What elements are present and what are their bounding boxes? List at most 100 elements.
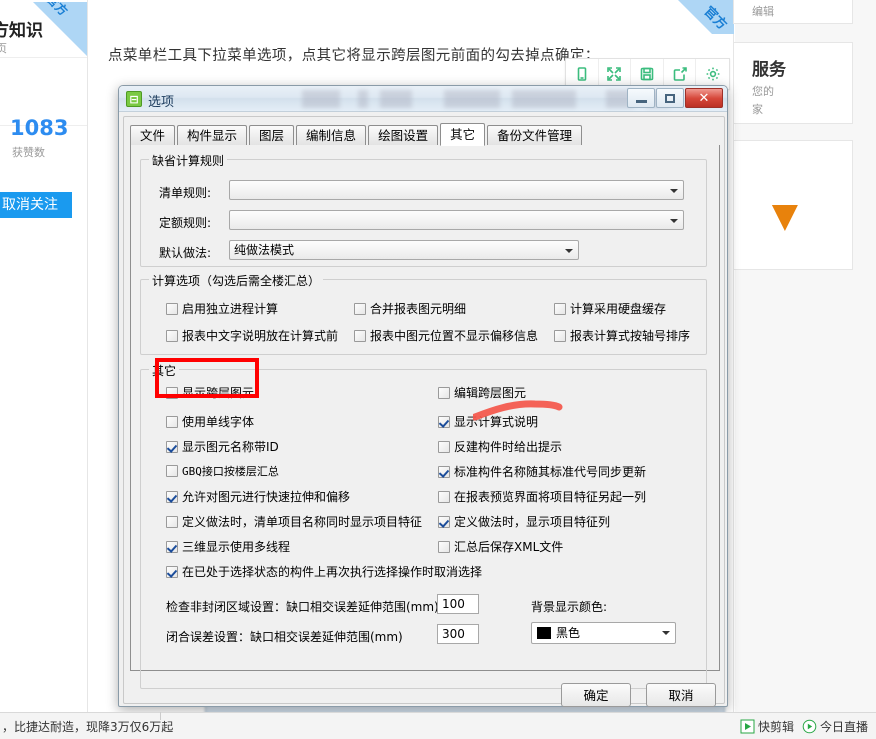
options-dialog: ⊟ 选项 ✕ 文件 构件显示 图层 编制信息 绘图设置 其它 备份文件管理 缺省…	[118, 85, 728, 707]
taskbar-item-live[interactable]: 今日直播	[802, 718, 868, 735]
checkbox-3d-multithread[interactable]: 三维显示使用多线程	[166, 538, 290, 555]
group-other-title: 其它	[149, 362, 180, 379]
checkbox-box	[166, 329, 178, 342]
checkbox-allow-fast-stretch[interactable]: 允许对图元进行快速拉伸和偏移	[166, 488, 350, 505]
checkbox-single-line-font[interactable]: 使用单线字体	[166, 413, 254, 430]
closure-error-input[interactable]: 300	[437, 624, 479, 644]
checkbox-text-before-formula[interactable]: 报表中文字说明放在计算式前	[166, 327, 338, 344]
checkbox-box	[354, 329, 366, 342]
unfollow-button[interactable]: 取消关注	[0, 192, 72, 218]
checkbox-label: 定义做法时，显示项目特征列	[454, 515, 611, 529]
likes-label: 获赞数	[12, 146, 45, 159]
right-card-2: 服务 您的 家	[733, 42, 853, 124]
default-method-value: 纯做法模式	[234, 243, 295, 257]
right-card-1: 编辑	[733, 0, 853, 24]
tab-file[interactable]: 文件	[130, 125, 176, 145]
maximize-icon	[665, 93, 675, 103]
open-area-check-input[interactable]: 100	[437, 594, 479, 614]
checkbox-label: 三维显示使用多线程	[182, 540, 291, 554]
tab-component-display[interactable]: 构件显示	[177, 125, 248, 145]
background-color-value: 黑色	[556, 626, 581, 640]
quota-rule-combo[interactable]	[229, 210, 684, 230]
ok-button[interactable]: 确定	[561, 683, 631, 707]
checkbox-show-feature-with-name[interactable]: 定义做法时，清单项目名称同时显示项目特征	[166, 513, 422, 530]
checkbox-label: GBQ接口按楼层汇总	[182, 465, 279, 478]
dialog-body: 文件 构件显示 图层 编制信息 绘图设置 其它 备份文件管理 缺省计算规则 清单…	[123, 116, 725, 707]
checkbox-label: 计算采用硬盘缓存	[570, 302, 667, 316]
chevron-down-icon	[565, 249, 573, 253]
group-calc-options-title: 计算选项（勾选后需全楼汇总）	[149, 272, 324, 289]
list-rule-combo[interactable]	[229, 180, 684, 200]
checkbox-label: 允许对图元进行快速拉伸和偏移	[182, 490, 351, 504]
checkbox-hide-offset-info[interactable]: 报表中图元位置不显示偏移信息	[354, 327, 538, 344]
background-color-label: 背景显示颜色:	[531, 600, 608, 614]
checkbox-box	[438, 386, 450, 399]
taskbar-item-kuaijianji[interactable]: 快剪辑	[740, 718, 794, 735]
checkbox-label: 启用独立进程计算	[182, 302, 279, 316]
checkbox-sort-by-axis[interactable]: 报表计算式按轴号排序	[554, 327, 690, 344]
checkbox-edit-cross-layer-element[interactable]: 编辑跨层图元	[438, 384, 526, 401]
checkbox-box	[438, 490, 450, 503]
checkbox-deselect-on-reselect[interactable]: 在已处于选择状态的构件上再次执行选择操作时取消选择	[166, 563, 482, 580]
checkbox-disk-cache[interactable]: 计算采用硬盘缓存	[554, 300, 666, 317]
taskbar-divider	[160, 712, 161, 720]
checkbox-save-xml-after-summary[interactable]: 汇总后保存XML文件	[438, 538, 563, 555]
checkbox-show-cross-layer-element[interactable]: 显示跨层图元	[166, 384, 254, 401]
checkbox-sync-standard-name[interactable]: 标准构件名称随其标准代号同步更新	[438, 463, 646, 480]
checkbox-feature-separate-column[interactable]: 在报表预览界面将项目特征另起一列	[438, 488, 646, 505]
play-icon	[740, 719, 755, 734]
checkbox-gbq-by-floor[interactable]: GBQ接口按楼层汇总	[166, 463, 279, 479]
taskbar-tray: 快剪辑 今日直播	[740, 713, 876, 739]
default-method-combo[interactable]: 纯做法模式	[229, 240, 579, 260]
checkbox-merge-report-detail[interactable]: 合并报表图元明细	[354, 300, 466, 317]
tab-bar: 文件 构件显示 图层 编制信息 绘图设置 其它 备份文件管理	[130, 123, 584, 146]
quota-rule-label: 定额规则:	[159, 216, 212, 230]
background-color-combo[interactable]: 黑色	[531, 622, 676, 644]
cancel-button[interactable]: 取消	[646, 683, 716, 707]
likes-count: 1083	[10, 116, 69, 140]
closure-error-label: 闭合误差设置：缺口相交误差延伸范围(mm)	[166, 630, 403, 644]
checkbox-show-element-name-with-id[interactable]: 显示图元名称带ID	[166, 438, 279, 455]
checkbox-independent-process[interactable]: 启用独立进程计算	[166, 300, 278, 317]
article-top-band: 官方	[88, 0, 734, 34]
tab-compile-info[interactable]: 编制信息	[296, 125, 367, 145]
checkbox-box	[438, 440, 450, 453]
checkbox-label: 显示跨层图元	[182, 386, 255, 400]
open-area-check-label: 检查非封闭区域设置：缺口相交误差延伸范围(mm)	[166, 600, 439, 614]
checkbox-label: 报表计算式按轴号排序	[570, 329, 691, 343]
close-button[interactable]: ✕	[685, 88, 723, 108]
taskbar: ，比捷达耐造，现降3万仅6万起 快剪辑 今日直播	[0, 712, 876, 739]
checkbox-box	[438, 415, 450, 428]
group-default-rules-title: 缺省计算规则	[149, 152, 228, 169]
group-other: 其它 显示跨层图元 使用单线字体 显示图元名称带ID GBQ接口按楼层汇总 允许…	[140, 362, 707, 689]
checkbox-label: 显示计算式说明	[454, 415, 539, 429]
window-controls: ✕	[627, 88, 723, 108]
checkbox-prompt-on-rebuild[interactable]: 反建构件时给出提示	[438, 438, 562, 455]
tab-other[interactable]: 其它	[440, 123, 486, 146]
checkbox-show-formula-description[interactable]: 显示计算式说明	[438, 413, 538, 430]
tab-draw-settings[interactable]: 绘图设置	[368, 125, 439, 145]
taskbar-ad-text: ，比捷达耐造，现降3万仅6万起	[2, 719, 174, 734]
checkbox-box	[166, 565, 178, 578]
checkbox-label: 使用单线字体	[182, 415, 255, 429]
tab-layer[interactable]: 图层	[249, 125, 295, 145]
article-paragraph: 点菜单栏工具下拉菜单选项，点其它将显示跨层图元前面的勾去掉点确定；	[108, 48, 600, 64]
maximize-button[interactable]	[656, 88, 684, 108]
right-card-2-title: 服务	[752, 60, 786, 80]
taskbar-item-label: 快剪辑	[757, 720, 794, 734]
author-card: 官方 方知识 页	[0, 2, 87, 58]
checkbox-box	[166, 440, 178, 453]
brand-mark-icon	[772, 205, 798, 231]
webpage-left-sidebar: 官方 方知识 页 1083 获赞数 取消关注	[0, 0, 88, 712]
list-rule-label: 清单规则:	[159, 186, 212, 200]
checkbox-label: 合并报表图元明细	[370, 302, 467, 316]
checkbox-show-feature-column[interactable]: 定义做法时，显示项目特征列	[438, 513, 610, 530]
checkbox-label: 定义做法时，清单项目名称同时显示项目特征	[182, 515, 423, 529]
checkbox-label: 报表中图元位置不显示偏移信息	[370, 329, 539, 343]
author-subtitle: 页	[0, 40, 7, 56]
tab-backup-file-management[interactable]: 备份文件管理	[487, 125, 583, 145]
chevron-down-icon	[670, 189, 678, 193]
checkbox-box	[166, 515, 178, 528]
dialog-titlebar[interactable]: ⊟ 选项 ✕	[119, 86, 727, 112]
minimize-button[interactable]	[627, 88, 655, 108]
